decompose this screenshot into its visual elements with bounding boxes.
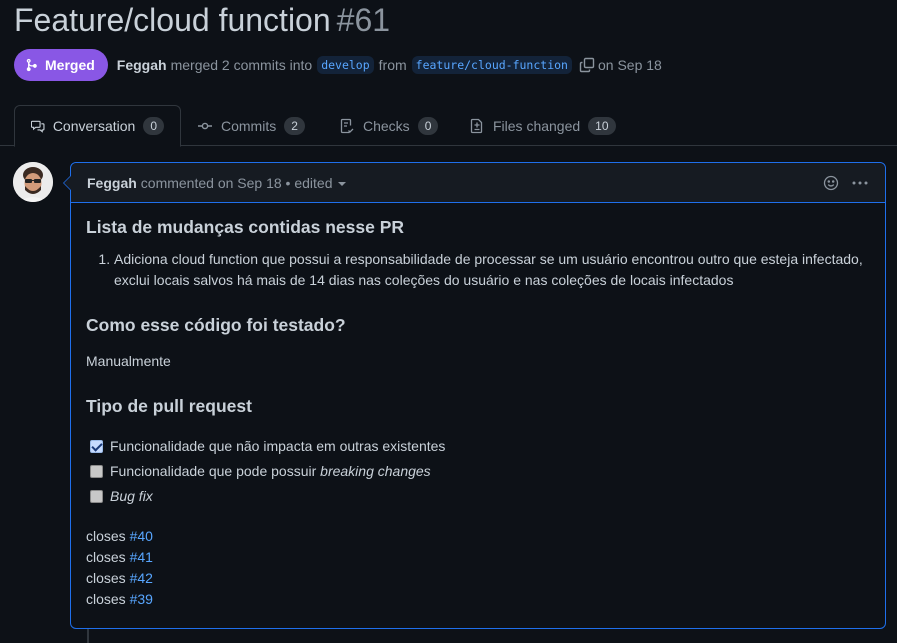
- task-text: Funcionalidade que não impacta em outras…: [110, 438, 446, 454]
- tab-conversation[interactable]: Conversation 0: [14, 105, 181, 147]
- timeline-line: [87, 629, 89, 643]
- merge-date: on Sep 18: [597, 57, 662, 73]
- comment-body: Lista de mudanças contidas nesse PR Adic…: [71, 203, 885, 610]
- avatar[interactable]: [13, 162, 53, 202]
- copy-icon[interactable]: [579, 57, 595, 73]
- checklist-icon: [340, 118, 354, 133]
- heading-changes: Lista de mudanças contidas nesse PR: [86, 217, 405, 237]
- task-item: Bug fix: [90, 484, 870, 509]
- issue-link[interactable]: #42: [130, 570, 153, 586]
- merged-status-badge: Merged: [14, 49, 108, 81]
- tab-checks-label: Checks: [363, 117, 410, 134]
- chevron-down-icon[interactable]: [338, 181, 347, 186]
- merged-status-label: Merged: [45, 57, 95, 73]
- closes-line: closes #40: [86, 528, 153, 544]
- comment-author[interactable]: Feggah: [87, 175, 137, 191]
- pr-title-text: Feature/cloud function: [14, 2, 331, 38]
- smiley-icon[interactable]: [823, 175, 839, 191]
- comment-discussion-icon: [31, 120, 45, 133]
- closes-line: closes #41: [86, 549, 153, 565]
- closes-line: closes #39: [86, 591, 153, 607]
- heading-type: Tipo de pull request: [86, 396, 252, 416]
- tab-files-changed-count: 10: [588, 116, 616, 135]
- tab-commits-label: Commits: [221, 117, 277, 134]
- task-text: Funcionalidade que pode possuir breaking…: [110, 463, 431, 479]
- task-item: Funcionalidade que não impacta em outras…: [90, 434, 870, 459]
- git-commit-icon: [198, 122, 212, 129]
- comment-box: Feggah commented on Sep 18 • edited List…: [63, 162, 886, 629]
- comment-actions: [823, 163, 869, 203]
- from-text: from: [378, 57, 407, 73]
- closes-list: closes #40 closes #41 closes #42 closes …: [86, 526, 870, 610]
- tab-conversation-label: Conversation: [52, 118, 136, 134]
- merge-text: merged 2 commits into: [170, 57, 313, 73]
- task-text: Bug fix: [110, 488, 153, 504]
- comment-header: Feggah commented on Sep 18 • edited: [71, 163, 885, 203]
- tab-files-changed-label: Files changed: [493, 117, 581, 134]
- base-branch-label[interactable]: develop: [317, 56, 374, 74]
- kebab-horizontal-icon[interactable]: [851, 175, 869, 191]
- task-checkbox[interactable]: [90, 490, 103, 503]
- tab-commits-count: 2: [284, 116, 305, 135]
- tab-files-changed[interactable]: Files changed 10: [453, 105, 632, 146]
- pr-author-link[interactable]: Feggah: [117, 57, 167, 73]
- git-merge-icon: [26, 58, 37, 72]
- head-branch-label[interactable]: feature/cloud-function: [411, 56, 572, 74]
- task-item: Funcionalidade que pode possuir breaking…: [90, 459, 870, 484]
- closes-line: closes #42: [86, 570, 153, 586]
- list-item: Adiciona cloud function que possui a res…: [114, 249, 870, 291]
- issue-link[interactable]: #40: [130, 528, 153, 544]
- task-list: Funcionalidade que não impacta em outras…: [86, 434, 870, 509]
- heading-tested: Como esse código foi testado?: [86, 315, 346, 335]
- tested-text: Manualmente: [86, 353, 171, 369]
- pr-title: Feature/cloud function #61: [14, 2, 390, 39]
- task-checkbox-checked[interactable]: [90, 440, 103, 453]
- tab-checks[interactable]: Checks 0: [323, 105, 454, 146]
- issue-link[interactable]: #41: [130, 549, 153, 565]
- pr-tabs: Conversation 0 Commits 2 Checks 0 Files …: [0, 105, 897, 147]
- tab-conversation-count: 0: [143, 117, 164, 135]
- issue-link[interactable]: #39: [130, 591, 153, 607]
- changes-list: Adiciona cloud function que possui a res…: [86, 249, 870, 291]
- comment-meta[interactable]: commented on Sep 18 • edited: [141, 175, 333, 191]
- tab-checks-count: 0: [417, 116, 439, 135]
- file-diff-icon: [470, 118, 483, 133]
- tab-commits[interactable]: Commits 2: [181, 105, 321, 146]
- task-checkbox[interactable]: [90, 465, 103, 478]
- pr-meta: Merged Feggah merged 2 commits into deve…: [14, 49, 662, 81]
- pr-number: #61: [336, 2, 391, 38]
